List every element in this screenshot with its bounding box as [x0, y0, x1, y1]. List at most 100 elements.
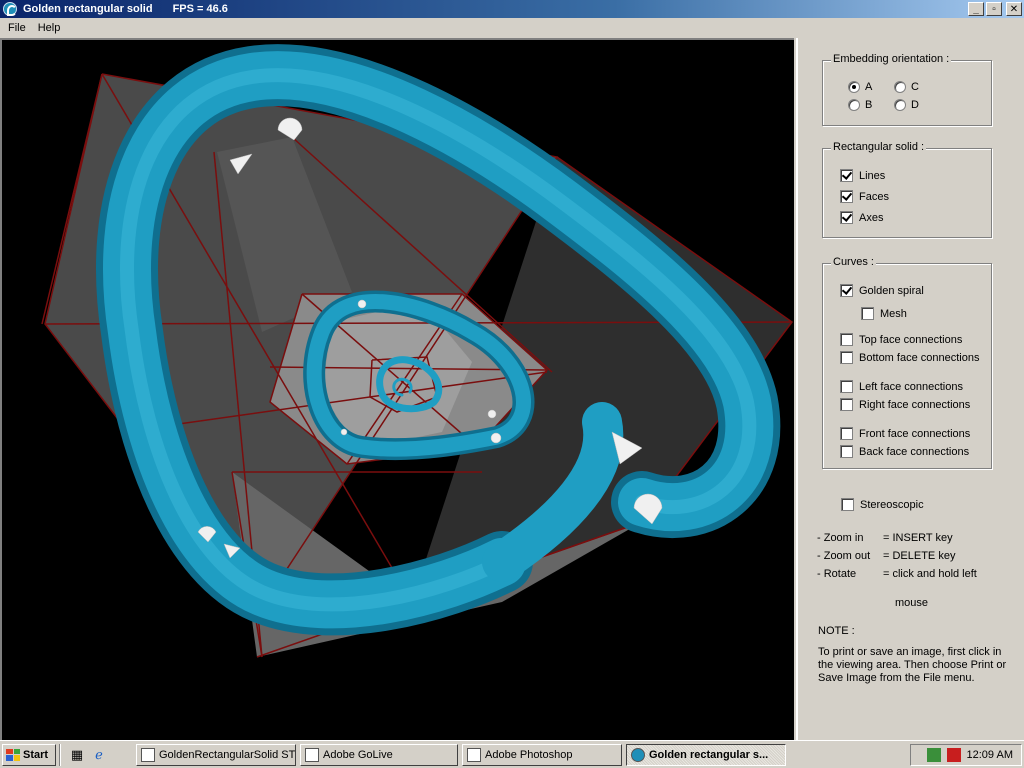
start-button[interactable]: Start [2, 743, 56, 766]
radio-indicator[interactable] [894, 81, 906, 93]
checkbox-indicator[interactable] [840, 398, 853, 411]
folder-window-icon [141, 748, 155, 762]
cone-marker [340, 428, 348, 436]
radio-label: D [911, 99, 919, 111]
checkbox-indicator[interactable] [840, 284, 853, 297]
checkbox-label: Mesh [880, 307, 907, 320]
checkbox-golden-spiral[interactable]: Golden spiral [840, 284, 924, 297]
note-line: the viewing area. Then choose Print or [818, 659, 1007, 671]
radio-label: A [865, 81, 873, 93]
checkbox-label: Right face connections [859, 398, 971, 411]
group-title: Rectangular solid : [831, 141, 927, 153]
checkbox-label: Left face connections [859, 380, 963, 393]
window-title: Golden rectangular solid [23, 3, 153, 15]
radio-orientation-a[interactable]: A [848, 81, 872, 93]
radio-indicator[interactable] [894, 99, 906, 111]
checkbox-stereoscopic[interactable]: Stereoscopic [841, 498, 924, 511]
system-tray: 12:09 AM [910, 744, 1022, 766]
group-title: Embedding orientation : [831, 53, 952, 65]
checkbox-lines[interactable]: Lines [840, 169, 885, 182]
rendered-scene[interactable] [2, 40, 794, 740]
cone-marker [490, 432, 502, 444]
show-desktop-icon[interactable]: ▦ [68, 746, 86, 764]
network-icon[interactable] [926, 748, 941, 762]
rectangular-solid-group: Rectangular solid : Lines Faces Axes [822, 141, 992, 238]
checkbox-label: Lines [859, 169, 886, 182]
checkbox-indicator[interactable] [840, 351, 853, 364]
task-label: GoldenRectangularSolid ST [159, 749, 296, 761]
maximize-button[interactable]: ▫ [986, 2, 1002, 16]
menu-file[interactable]: File [2, 22, 32, 34]
checkbox-label: Back face connections [859, 445, 970, 458]
menu-bar: File Help [0, 18, 1024, 38]
checkbox-label: Golden spiral [859, 284, 924, 297]
checkbox-indicator[interactable] [840, 380, 853, 393]
radio-indicator[interactable] [848, 99, 860, 111]
checkbox-faces[interactable]: Faces [840, 190, 889, 203]
help-zoom-out-key: = DELETE key [883, 550, 956, 562]
app-icon[interactable] [3, 2, 17, 16]
curves-group: Curves : Golden spiral Mesh Top face con… [822, 256, 992, 469]
checkbox-indicator[interactable] [840, 427, 853, 440]
note-line: To print or save an image, first click i… [818, 646, 1002, 658]
task-label: Adobe Photoshop [485, 749, 573, 761]
ati-icon[interactable] [946, 748, 961, 762]
task-golden-rectangular-solid[interactable]: Golden rectangular s... [626, 744, 786, 766]
checkbox-indicator[interactable] [841, 498, 854, 511]
checkbox-axes[interactable]: Axes [840, 211, 883, 224]
checkbox-label: Faces [859, 190, 889, 203]
task-label: Adobe GoLive [323, 749, 393, 761]
clock[interactable]: 12:09 AM [967, 749, 1013, 761]
windows-logo-icon [6, 748, 20, 761]
checkbox-indicator[interactable] [840, 190, 853, 203]
close-button[interactable]: ✕ [1006, 2, 1022, 16]
cone-marker [487, 409, 497, 419]
checkbox-indicator[interactable] [840, 169, 853, 182]
checkbox-indicator[interactable] [840, 211, 853, 224]
radio-orientation-d[interactable]: D [894, 99, 919, 111]
control-panel: Embedding orientation : A B C D Rectangu… [796, 38, 1024, 740]
radio-orientation-b[interactable]: B [848, 99, 872, 111]
viewing-area[interactable] [0, 38, 794, 740]
help-rotate-action: - Rotate [817, 568, 857, 580]
checkbox-label: Bottom face connections [859, 351, 980, 364]
task-label: Golden rectangular s... [649, 749, 769, 761]
golive-icon [305, 748, 319, 762]
task-golden-rectangular-solid-st[interactable]: GoldenRectangularSolid ST [136, 744, 296, 766]
photoshop-icon [467, 748, 481, 762]
checkbox-indicator[interactable] [861, 307, 874, 320]
embedding-orientation-group: Embedding orientation : A B C D [822, 53, 992, 126]
task-adobe-photoshop[interactable]: Adobe Photoshop [462, 744, 622, 766]
radio-orientation-c[interactable]: C [894, 81, 919, 93]
checkbox-indicator[interactable] [840, 333, 853, 346]
checkbox-label: Top face connections [859, 333, 963, 346]
checkbox-right-face-connections[interactable]: Right face connections [840, 398, 970, 411]
radio-label: B [865, 99, 873, 111]
checkbox-left-face-connections[interactable]: Left face connections [840, 380, 963, 393]
start-label: Start [23, 748, 49, 761]
note-title: NOTE : [818, 625, 855, 637]
task-adobe-golive[interactable]: Adobe GoLive [300, 744, 458, 766]
checkbox-back-face-connections[interactable]: Back face connections [840, 445, 969, 458]
checkbox-label: Stereoscopic [860, 498, 924, 511]
help-zoom-in-action: - Zoom in [817, 532, 864, 544]
checkbox-front-face-connections[interactable]: Front face connections [840, 427, 970, 440]
checkbox-top-face-connections[interactable]: Top face connections [840, 333, 962, 346]
checkbox-mesh[interactable]: Mesh [861, 307, 907, 320]
checkbox-bottom-face-connections[interactable]: Bottom face connections [840, 351, 979, 364]
help-mouse: mouse [895, 597, 929, 609]
help-rotate-key: = click and hold left [883, 568, 977, 580]
taskbar: Start ▦ ℯ GoldenRectangularSolid ST Adob… [0, 740, 1024, 768]
help-zoom-in-key: = INSERT key [883, 532, 953, 544]
minimize-button[interactable]: _ [968, 2, 984, 16]
taskbar-separator [59, 743, 61, 766]
title-bar: Golden rectangular solid FPS = 46.6 _ ▫ … [0, 0, 1024, 18]
note-line: Save Image from the File menu. [818, 672, 975, 684]
menu-help[interactable]: Help [32, 22, 67, 34]
checkbox-indicator[interactable] [840, 445, 853, 458]
checkbox-label: Axes [859, 211, 884, 224]
internet-explorer-icon[interactable]: ℯ [90, 746, 108, 764]
help-zoom-out-action: - Zoom out [817, 550, 871, 562]
radio-indicator[interactable] [848, 81, 860, 93]
checkbox-label: Front face connections [859, 427, 971, 440]
